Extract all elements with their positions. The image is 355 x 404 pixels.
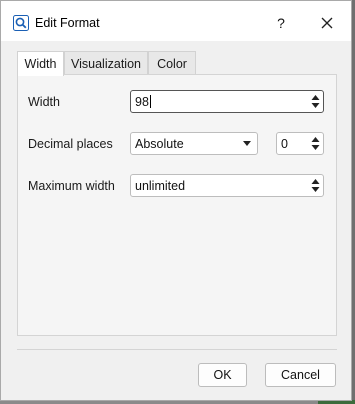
title-bar: Edit Format ?	[1, 1, 351, 41]
decimal-count-value: 0	[281, 137, 288, 151]
cancel-button[interactable]: Cancel	[265, 363, 336, 387]
decimal-places-label: Decimal places	[28, 137, 113, 151]
spin-arrows-icon[interactable]	[311, 178, 320, 193]
spin-arrows-icon[interactable]	[311, 94, 320, 109]
width-label: Width	[28, 95, 60, 109]
width-tab-panel: Width 98 Decimal places Absolute 0 Maxim…	[17, 74, 337, 336]
tab-color[interactable]: Color	[148, 51, 196, 75]
button-separator	[17, 349, 337, 350]
width-spinbox[interactable]: 98	[130, 90, 324, 113]
width-value: 98	[135, 95, 151, 109]
maximum-width-value: unlimited	[135, 179, 186, 193]
window-title: Edit Format	[35, 16, 100, 30]
maximum-width-label: Maximum width	[28, 179, 115, 193]
decimal-count-spinbox[interactable]: 0	[276, 132, 324, 155]
help-button[interactable]: ?	[269, 11, 293, 35]
decimal-mode-dropdown[interactable]: Absolute	[130, 132, 258, 155]
decimal-mode-value: Absolute	[135, 137, 184, 151]
search-app-icon	[13, 15, 29, 31]
chevron-down-icon	[243, 141, 251, 146]
tab-width[interactable]: Width	[17, 51, 64, 76]
edit-format-dialog: Edit Format ? Width Visualization Color …	[0, 0, 352, 401]
maximum-width-spinbox[interactable]: unlimited	[130, 174, 324, 197]
close-icon	[321, 17, 333, 29]
text-caret	[149, 95, 151, 108]
spin-arrows-icon[interactable]	[311, 136, 320, 151]
close-button[interactable]	[315, 11, 339, 35]
tab-visualization[interactable]: Visualization	[64, 51, 148, 75]
ok-button[interactable]: OK	[198, 363, 247, 387]
